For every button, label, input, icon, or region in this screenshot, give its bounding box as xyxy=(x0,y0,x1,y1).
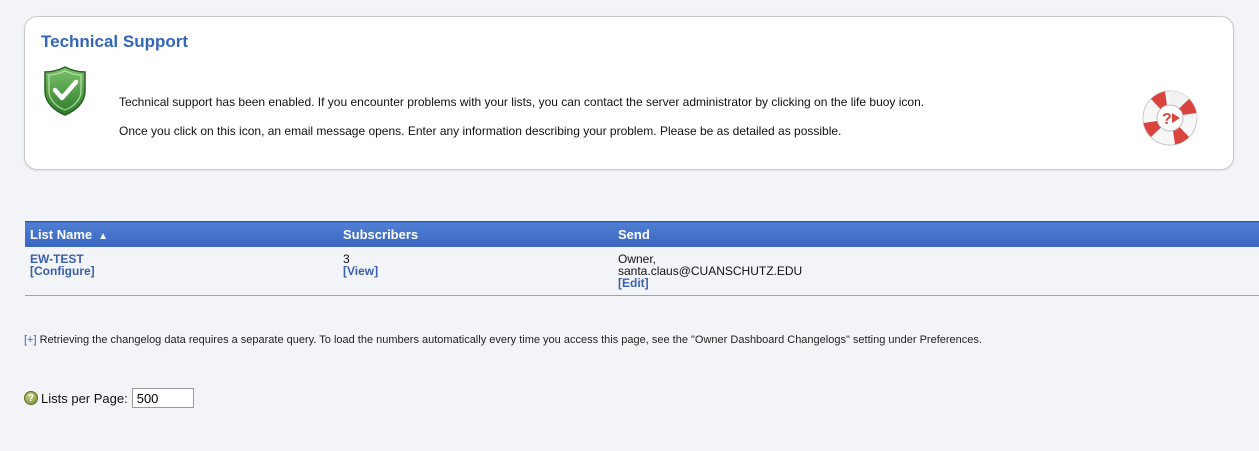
technical-support-panel: Technical Support Technical support has … xyxy=(24,16,1234,170)
panel-title: Technical Support xyxy=(41,32,189,51)
changelog-note: [+] Retrieving the changelog data requir… xyxy=(24,334,982,346)
column-header-subscribers[interactable]: Subscribers xyxy=(338,221,613,247)
cell-send: Owner, santa.claus@CUANSCHUTZ.EDU [Edit] xyxy=(613,247,1259,296)
lists-per-page-control: ? Lists per Page: xyxy=(24,388,194,408)
life-buoy-icon[interactable]: ? xyxy=(1137,85,1203,151)
view-subscribers-link[interactable]: [View] xyxy=(343,264,378,278)
table-header-row: List Name ▲ Subscribers Send xyxy=(25,221,1259,247)
svg-text:?: ? xyxy=(1162,111,1172,128)
support-description: Technical support has been enabled. If y… xyxy=(119,95,925,109)
help-icon[interactable]: ? xyxy=(24,391,38,405)
lists-table: List Name ▲ Subscribers Send EW-TEST [Con… xyxy=(25,221,1259,296)
cell-subscribers: 3 [View] xyxy=(338,247,613,296)
sort-ascending-icon: ▲ xyxy=(98,231,109,242)
support-instructions: Once you click on this icon, an email me… xyxy=(119,124,842,138)
changelog-expand-toggle[interactable]: [+] xyxy=(24,334,37,346)
cell-list-name: EW-TEST [Configure] xyxy=(25,247,338,296)
lists-per-page-label: Lists per Page: xyxy=(41,390,128,406)
table-row: EW-TEST [Configure] 3 [View] Owner, sant… xyxy=(25,247,1259,296)
edit-send-link[interactable]: [Edit] xyxy=(618,276,649,290)
shield-check-icon xyxy=(44,66,86,116)
configure-link[interactable]: [Configure] xyxy=(30,264,95,278)
column-header-list-name[interactable]: List Name ▲ xyxy=(25,221,338,247)
changelog-text: Retrieving the changelog data requires a… xyxy=(39,334,982,346)
lists-per-page-input[interactable] xyxy=(131,388,194,408)
column-header-send[interactable]: Send xyxy=(613,221,1259,247)
